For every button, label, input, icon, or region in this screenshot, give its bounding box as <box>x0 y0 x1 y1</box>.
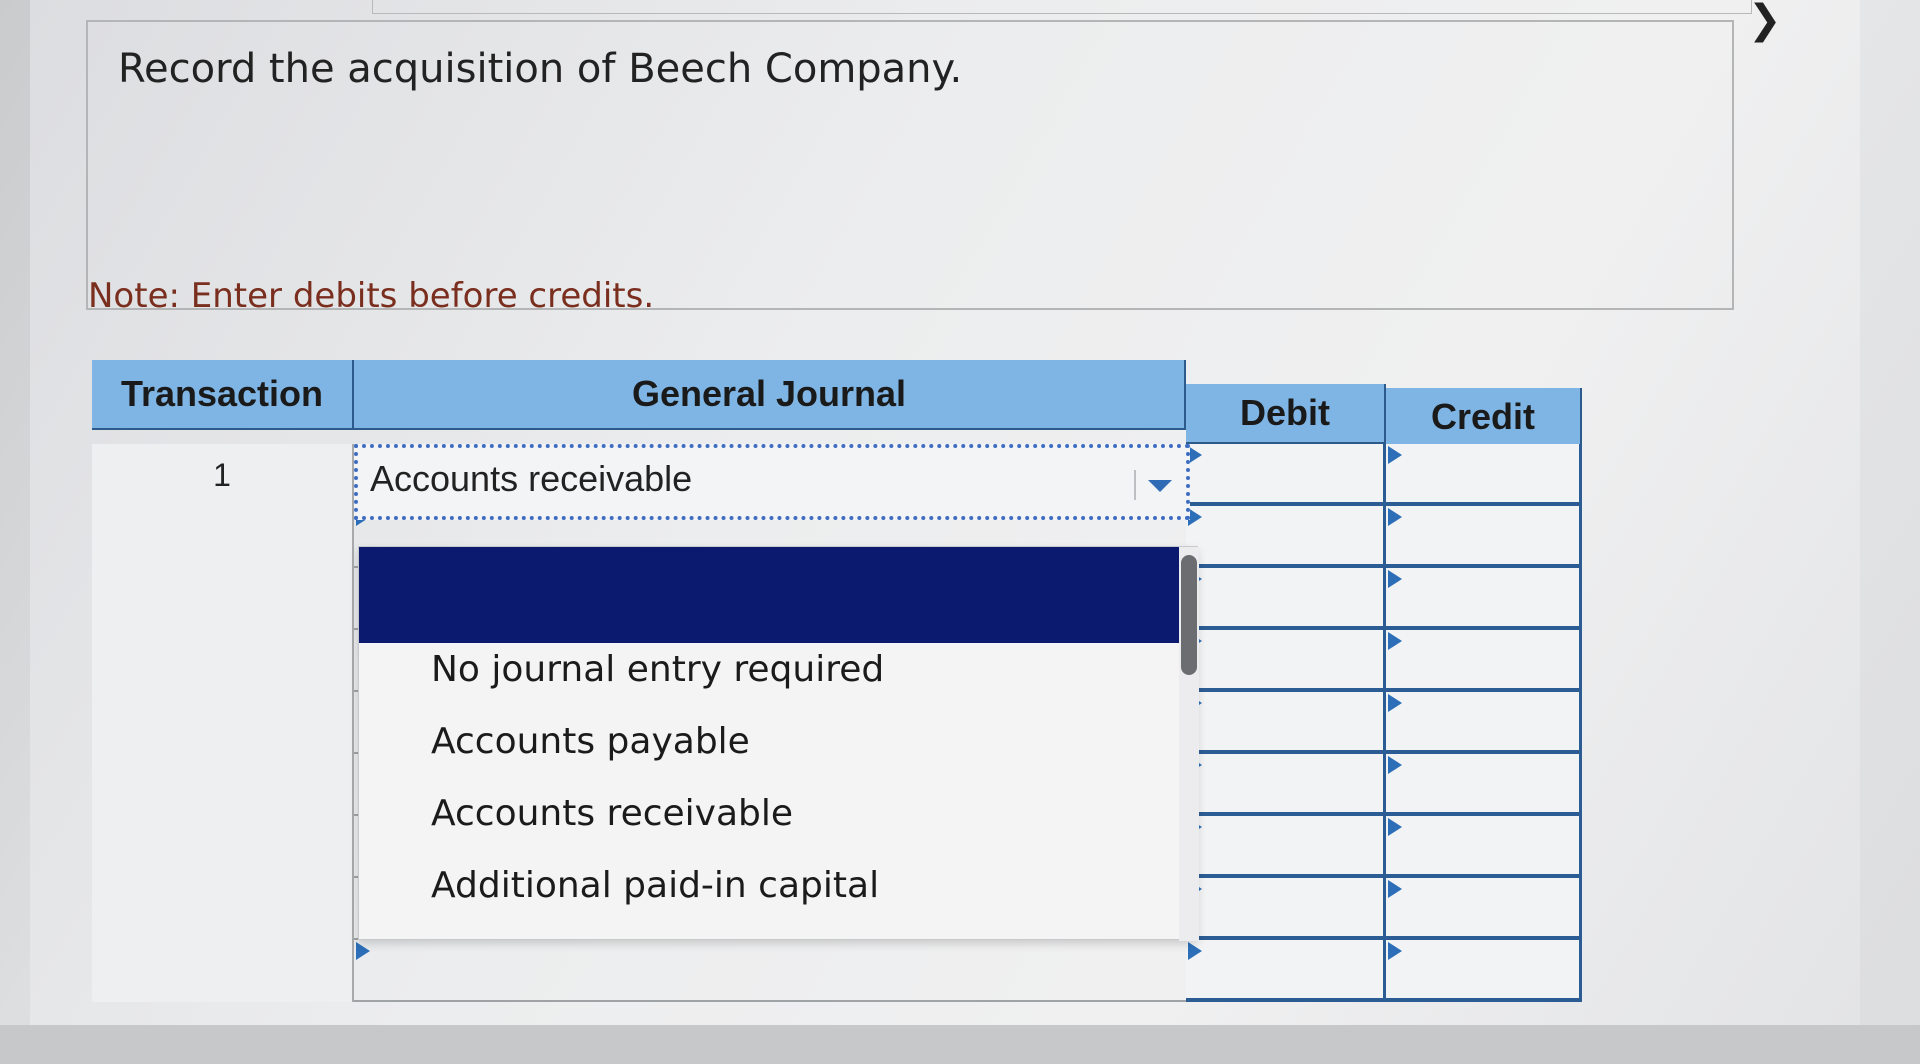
debit-input[interactable] <box>1186 506 1386 568</box>
credit-input[interactable] <box>1386 568 1582 630</box>
input-marker-icon <box>356 942 370 960</box>
input-marker-icon <box>1188 446 1202 464</box>
credit-input[interactable] <box>1386 444 1582 506</box>
debit-input[interactable] <box>1186 692 1386 754</box>
table-row <box>92 940 1582 1002</box>
dropdown-option[interactable]: No journal entry required <box>431 649 884 690</box>
account-select-active[interactable]: Accounts receivable <box>354 444 1190 520</box>
note-text: Note: Enter debits before credits. <box>88 276 655 316</box>
scrollbar-thumb[interactable] <box>1181 555 1197 675</box>
transaction-cell <box>92 630 354 692</box>
account-select[interactable] <box>354 940 1186 1002</box>
account-select-value: Accounts receivable <box>370 458 693 499</box>
general-journal-table: Transaction General Journal Debit Credit… <box>92 360 1586 1030</box>
dropdown-highlighted-option[interactable] <box>359 547 1179 643</box>
transaction-cell <box>92 940 354 1002</box>
credit-input[interactable] <box>1386 816 1582 878</box>
input-marker-icon <box>1388 446 1402 464</box>
debit-input[interactable] <box>1186 630 1386 692</box>
top-tab-outline <box>372 0 1752 14</box>
monitor-bezel <box>0 1025 1920 1064</box>
dropdown-scrollbar[interactable] <box>1179 547 1199 941</box>
credit-input[interactable] <box>1386 506 1582 568</box>
account-dropdown-list[interactable]: No journal entry required Accounts payab… <box>358 546 1199 941</box>
input-marker-icon <box>1188 942 1202 960</box>
input-marker-icon <box>1388 694 1402 712</box>
transaction-cell <box>92 568 354 630</box>
question-prompt: Record the acquisition of Beech Company. <box>118 46 963 92</box>
input-marker-icon <box>1388 818 1402 836</box>
header-transaction: Transaction <box>92 360 354 430</box>
input-marker-icon <box>1388 942 1402 960</box>
input-marker-icon <box>1188 508 1202 526</box>
credit-input[interactable] <box>1386 630 1582 692</box>
credit-input[interactable] <box>1386 754 1582 816</box>
debit-input[interactable] <box>1186 816 1386 878</box>
debit-input[interactable] <box>1186 940 1386 1002</box>
chevron-right-icon[interactable]: ❯ <box>1748 0 1788 42</box>
dropdown-option[interactable]: Accounts payable <box>431 721 750 762</box>
debit-input[interactable] <box>1186 754 1386 816</box>
debit-input[interactable] <box>1186 444 1386 506</box>
transaction-cell: 1 <box>92 444 354 506</box>
transaction-cell <box>92 754 354 816</box>
credit-input[interactable] <box>1386 878 1582 940</box>
dropdown-option[interactable]: Additional paid-in capital <box>431 865 879 906</box>
header-credit: Credit <box>1386 388 1582 448</box>
debit-input[interactable] <box>1186 568 1386 630</box>
caret-down-icon[interactable] <box>1134 470 1174 500</box>
input-marker-icon <box>1388 880 1402 898</box>
transaction-cell <box>92 878 354 940</box>
dropdown-option[interactable]: Accounts receivable <box>431 793 793 834</box>
input-marker-icon <box>1388 632 1402 650</box>
credit-input[interactable] <box>1386 692 1582 754</box>
debit-input[interactable] <box>1186 878 1386 940</box>
input-marker-icon <box>1388 508 1402 526</box>
input-marker-icon <box>1388 570 1402 588</box>
transaction-cell <box>92 506 354 568</box>
header-general-journal: General Journal <box>354 360 1186 430</box>
input-marker-icon <box>1388 756 1402 774</box>
transaction-cell <box>92 692 354 754</box>
header-debit: Debit <box>1186 384 1386 444</box>
transaction-cell <box>92 816 354 878</box>
credit-input[interactable] <box>1386 940 1582 1002</box>
